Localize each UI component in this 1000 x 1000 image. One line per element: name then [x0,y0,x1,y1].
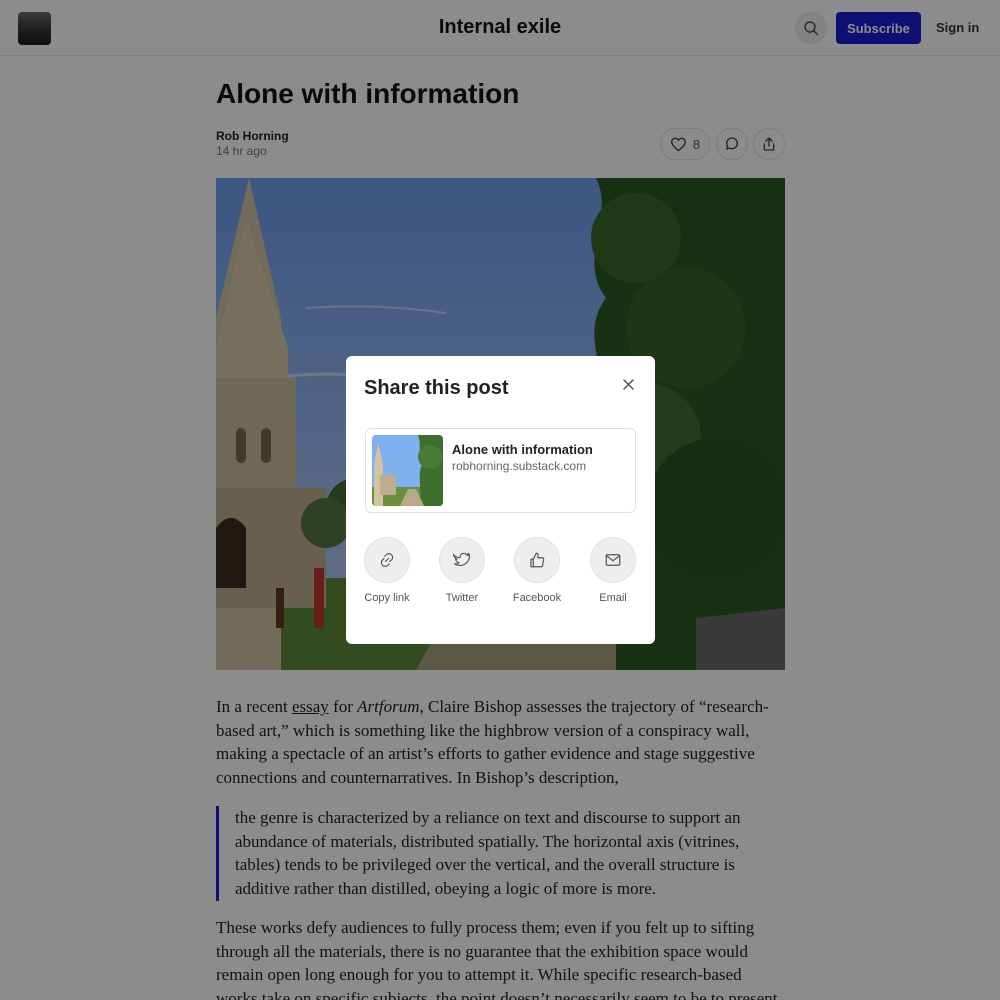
share-modal: Share this post Alone with information r… [346,356,655,644]
twitter-share-button[interactable]: Twitter [422,537,502,604]
email-share-button[interactable]: Email [573,537,653,604]
copy-link-button[interactable]: Copy link [347,537,427,604]
copy-link-label: Copy link [364,592,410,604]
modal-title: Share this post [364,377,509,399]
card-url: robhorning.substack.com [452,459,587,473]
mail-icon [605,554,621,566]
close-button[interactable] [620,376,636,392]
link-icon [380,553,394,567]
facebook-circle[interactable] [514,537,560,583]
thumbs-up-icon [530,552,545,568]
post-preview-card[interactable]: Alone with information robhorning.substa… [365,428,636,513]
card-title: Alone with information [452,442,593,457]
copy-link-circle[interactable] [364,537,410,583]
post-thumbnail [372,435,443,506]
facebook-label: Facebook [512,592,562,604]
facebook-share-button[interactable]: Facebook [497,537,577,604]
email-label: Email [599,592,627,604]
close-icon [622,378,634,390]
twitter-circle[interactable] [439,537,485,583]
twitter-icon [453,552,471,567]
email-circle[interactable] [590,537,636,583]
twitter-label: Twitter [445,592,479,604]
